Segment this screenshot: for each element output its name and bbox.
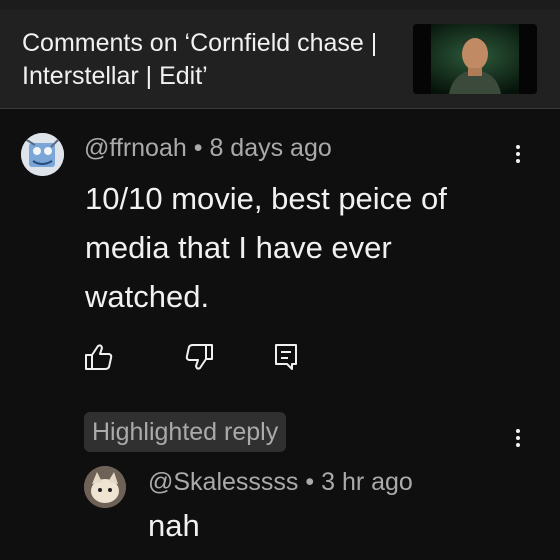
reply-text: nah	[148, 508, 200, 543]
reply-icon	[275, 344, 297, 370]
comments-header: Comments on ‘Cornfield chase | Interstel…	[0, 10, 560, 109]
comment-text: 10/10 movie, best peice of media that I …	[85, 181, 447, 314]
highlighted-reply-badge: Highlighted reply	[84, 412, 287, 452]
meta-separator: •	[305, 468, 315, 496]
status-bar	[0, 0, 560, 10]
like-button[interactable]	[82, 340, 116, 374]
reply-timestamp: 3 hr ago	[321, 468, 413, 496]
more-vert-icon[interactable]	[508, 426, 528, 456]
page-title: Comments on ‘Cornfield chase | Interstel…	[22, 29, 378, 90]
avatar[interactable]	[21, 133, 64, 176]
video-thumbnail[interactable]	[413, 24, 537, 94]
reply-button[interactable]	[270, 340, 304, 374]
reply-avatar[interactable]	[84, 466, 126, 508]
thumbs-down-icon	[185, 344, 213, 370]
reply-author[interactable]: @Skalesssss	[148, 468, 298, 496]
comment-author[interactable]: @ffrnoah	[84, 134, 187, 162]
dislike-button[interactable]	[182, 340, 216, 374]
meta-separator: •	[193, 134, 203, 162]
more-vert-icon[interactable]	[508, 142, 528, 172]
comment-timestamp: 8 days ago	[209, 134, 332, 162]
comment-meta: @ffrnoah • 8 days ago	[84, 134, 332, 163]
thumbs-up-icon	[85, 344, 113, 370]
reply-meta: @Skalesssss • 3 hr ago	[148, 468, 413, 497]
